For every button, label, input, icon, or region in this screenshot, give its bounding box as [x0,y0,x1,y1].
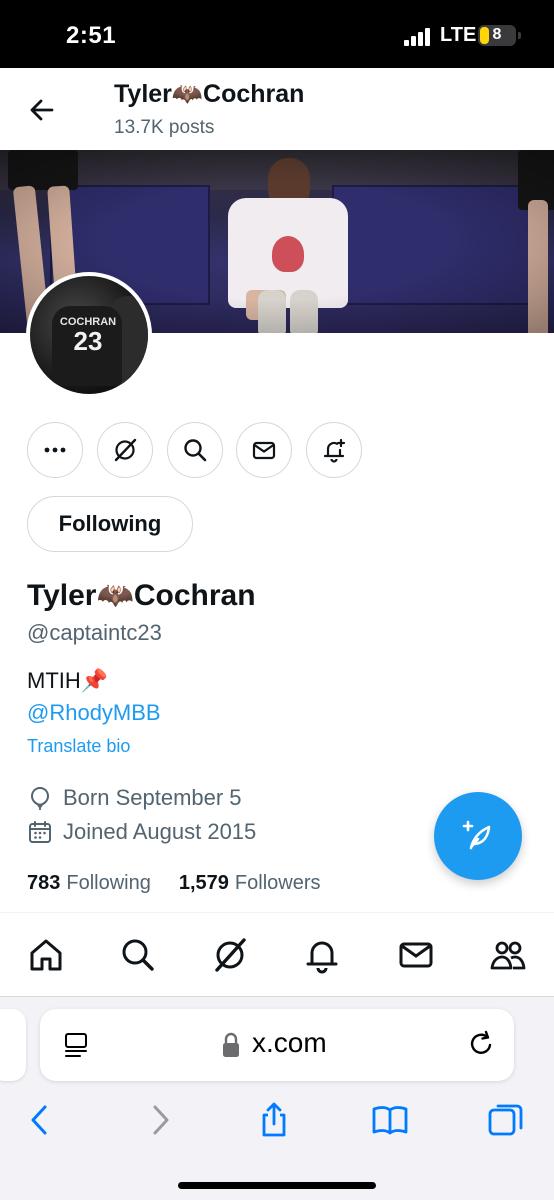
header-post-count: 13.7K posts [114,117,215,138]
tab-grok[interactable] [208,933,252,977]
search-icon [122,939,154,971]
birthday-text: Born September 5 [63,785,242,810]
battery-level: 8 [492,26,502,43]
home-indicator [178,1182,376,1189]
following-stat[interactable]: 783 Following [27,872,151,895]
reader-mode-icon[interactable] [62,1031,90,1059]
people-icon [490,941,526,970]
following-count: 783 [27,872,61,894]
follow-stats: 783 Following 1,579 Followers [27,872,349,895]
battery-icon: 8 [478,25,516,46]
message-button[interactable] [236,422,292,478]
url-text: x.com [252,1027,327,1058]
more-icon [44,447,66,453]
browser-back-button[interactable] [18,1098,62,1142]
calendar-icon [29,821,51,843]
mail-icon [252,441,276,460]
compose-feather-icon [462,820,491,850]
address-bar[interactable]: x.com [40,1009,514,1081]
profile-bio: MTIH📌 [27,668,109,693]
tab-messages[interactable] [394,933,438,977]
search-profile-button[interactable] [167,422,223,478]
followers-count: 1,579 [178,872,229,894]
browser-forward-button[interactable] [138,1098,182,1142]
grok-icon [114,438,137,462]
followers-label: Followers [234,872,321,894]
birthday-row: Born September 5 [27,783,242,813]
bookmarks-button[interactable] [368,1098,412,1142]
chevron-right-icon [153,1105,169,1135]
tab-explore[interactable] [116,933,160,977]
share-button[interactable] [252,1098,296,1142]
status-time: 2:51 [66,22,117,49]
tabs-button[interactable] [484,1098,528,1142]
header-name: Tyler🦇Cochran [114,80,305,108]
mail-icon [399,942,433,968]
chevron-left-icon [31,1105,47,1135]
share-icon [262,1102,286,1137]
reload-icon[interactable] [466,1029,496,1059]
following-button[interactable]: Following [27,496,193,552]
more-button[interactable] [27,422,83,478]
followers-stat[interactable]: 1,579 Followers [179,872,321,895]
search-icon [184,439,207,462]
joined-text: Joined August 2015 [63,819,257,844]
lock-icon [223,1032,239,1057]
battery-tip [518,32,521,39]
previous-tab-preview[interactable] [0,1009,26,1081]
grok-icon [215,938,246,972]
profile-name: Tyler🦇Cochran [27,579,256,612]
bell-plus-icon [323,438,346,463]
avatar-jersey-number: 23 [73,326,103,356]
book-icon [372,1106,408,1135]
tabs-icon [488,1104,523,1136]
grok-button[interactable] [97,422,153,478]
compose-post-button[interactable] [434,792,522,880]
bio-mention-link[interactable]: @RhodyMBB [27,700,161,726]
back-arrow-icon[interactable] [26,94,58,126]
profile-avatar[interactable]: COCHRAN 23 [26,272,152,398]
following-label: Following [66,872,151,894]
tab-communities[interactable] [486,933,530,977]
bottom-tab-bar [0,912,554,996]
home-icon [30,939,62,971]
network-type: LTE [440,24,477,46]
balloon-icon [30,786,50,810]
tab-home[interactable] [24,933,68,977]
joined-row: Joined August 2015 [27,817,256,847]
profile-handle: @captaintc23 [27,620,162,645]
profile-header: Tyler🦇Cochran 13.7K posts [0,68,554,150]
status-bar: 2:51 LTE 8 [0,0,554,68]
tab-notifications[interactable] [300,933,344,977]
cellular-signal-icon [404,28,430,46]
bell-icon [306,941,338,974]
notifications-subscribe-button[interactable] [306,422,362,478]
translate-bio-link[interactable]: Translate bio [27,736,130,757]
